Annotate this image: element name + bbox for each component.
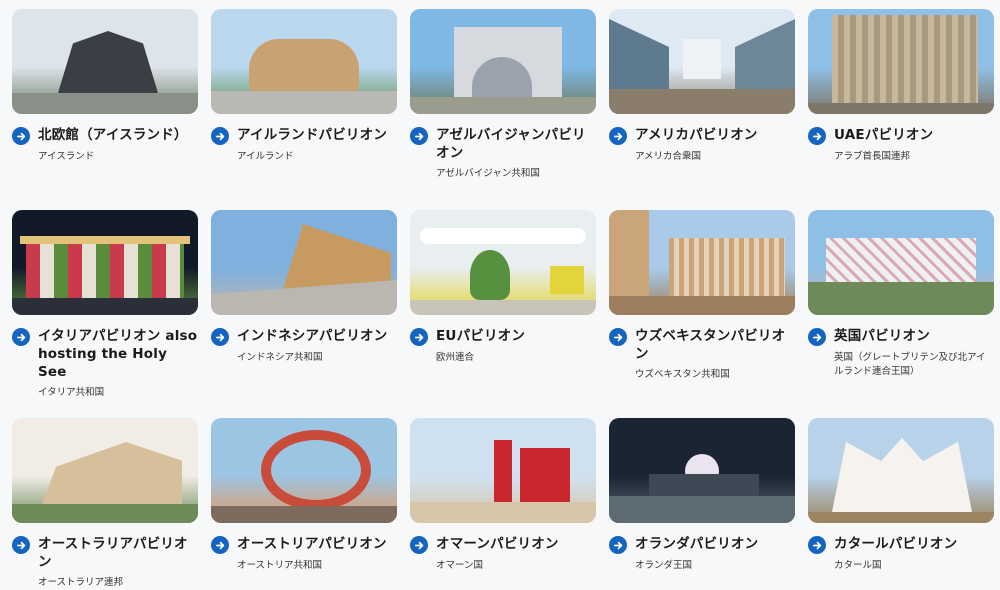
pavilion-title-row: オランダパビリオン [609,535,795,554]
pavilion-country: アイスランド [38,151,95,162]
pavilion-card[interactable]: ウズベキスタンパビリオンウズベキスタン共和国 [609,210,795,418]
pavilion-title-link[interactable]: UAEパビリオン [834,126,933,144]
arrow-right-icon[interactable] [211,328,229,346]
pavilion-country: アイルランド [237,151,294,162]
pavilion-card[interactable]: オマーンパビリオンオマーン国 [410,418,596,588]
pavilion-card[interactable]: EUパビリオン欧州連合 [410,210,596,418]
pavilion-title-link[interactable]: EUパビリオン [436,327,525,345]
arrow-right-icon[interactable] [609,536,627,554]
pavilion-thumbnail[interactable] [808,9,994,114]
pavilion-card[interactable]: 英国パビリオン英国（グレートブリテン及び北アイルランド連合王国） [808,210,994,418]
pavilion-card[interactable]: アゼルバイジャンパビリオンアゼルバイジャン共和国 [410,9,596,210]
pavilion-title-row: EUパビリオン [410,327,596,346]
pavilion-thumbnail[interactable] [609,210,795,315]
pavilion-title-row: イタリアパビリオン also hosting the Holy See [12,327,198,381]
pavilion-title-link[interactable]: オーストラリアパビリオン [38,535,198,571]
pavilion-title-row: オーストラリアパビリオン [12,535,198,571]
pavilion-country: アメリカ合衆国 [635,151,702,162]
pavilion-country: オーストリア共和国 [237,560,323,571]
pavilion-thumbnail[interactable] [211,418,397,523]
pavilion-title-row: アメリカパビリオン [609,126,795,145]
arrow-right-icon[interactable] [12,536,30,554]
pavilion-title-link[interactable]: インドネシアパビリオン [237,327,387,345]
arrow-right-icon[interactable] [808,328,826,346]
pavilion-title-row: 北欧館（アイスランド） [12,126,198,145]
pavilion-card[interactable]: アイルランドパビリオンアイルランド [211,9,397,210]
pavilion-title-link[interactable]: カタールパビリオン [834,535,957,553]
pavilion-title-row: ウズベキスタンパビリオン [609,327,795,363]
arrow-right-icon[interactable] [12,328,30,346]
pavilion-title-row: アゼルバイジャンパビリオン [410,126,596,162]
pavilion-country: カタール国 [834,560,882,571]
pavilion-country: アラブ首長国連邦 [834,151,911,162]
pavilion-title-link[interactable]: アイルランドパビリオン [237,126,387,144]
pavilion-title-link[interactable]: オーストリアパビリオン [237,535,387,553]
pavilion-thumbnail[interactable] [410,9,596,114]
pavilion-country: オランダ王国 [635,560,693,571]
pavilion-title-row: 英国パビリオン [808,327,994,346]
pavilion-card[interactable]: UAEパビリオンアラブ首長国連邦 [808,9,994,210]
pavilion-thumbnail[interactable] [211,9,397,114]
arrow-right-icon[interactable] [12,127,30,145]
pavilion-country: イタリア共和国 [38,387,105,398]
pavilion-country: 英国（グレートブリテン及び北アイルランド連合王国） [834,352,986,377]
pavilion-title-row: オーストリアパビリオン [211,535,397,554]
pavilion-title-row: カタールパビリオン [808,535,994,554]
arrow-right-icon[interactable] [211,127,229,145]
pavilion-thumbnail[interactable] [410,418,596,523]
pavilion-country: 欧州連合 [436,352,475,363]
pavilion-country: アゼルバイジャン共和国 [436,168,540,179]
pavilion-thumbnail[interactable] [12,9,198,114]
pavilion-title-link[interactable]: アメリカパビリオン [635,126,758,144]
pavilion-card[interactable]: オーストラリアパビリオンオーストラリア連邦 [12,418,198,588]
pavilion-thumbnail[interactable] [609,9,795,114]
pavilion-country: インドネシア共和国 [237,352,323,363]
pavilion-card[interactable]: カタールパビリオンカタール国 [808,418,994,588]
pavilion-title-link[interactable]: オマーンパビリオン [436,535,559,553]
pavilion-title-row: インドネシアパビリオン [211,327,397,346]
pavilion-grid: 北欧館（アイスランド） アイスランド アイルランドパビリオン アイルランド アゼルバイジ… [12,9,995,588]
pavilion-card[interactable]: アメリカパビリオンアメリカ合衆国 [609,9,795,210]
arrow-right-icon[interactable] [410,328,428,346]
arrow-right-icon[interactable] [808,127,826,145]
pavilion-title-link[interactable]: 北欧館（アイスランド） [38,126,188,144]
pavilion-title-row: アイルランドパビリオン [211,126,397,145]
pavilion-thumbnail[interactable] [12,210,198,315]
pavilion-title-link[interactable]: イタリアパビリオン also hosting the Holy See [38,327,198,381]
arrow-right-icon[interactable] [410,127,428,145]
pavilion-thumbnail[interactable] [808,418,994,523]
pavilion-title-row: UAEパビリオン [808,126,994,145]
pavilion-title-link[interactable]: アゼルバイジャンパビリオン [436,126,596,162]
pavilion-card[interactable]: 北欧館（アイスランド） アイスランド [12,9,198,210]
arrow-right-icon[interactable] [410,536,428,554]
pavilion-title-row: オマーンパビリオン [410,535,596,554]
arrow-right-icon[interactable] [609,328,627,346]
pavilion-card[interactable]: オーストリアパビリオンオーストリア共和国 [211,418,397,588]
arrow-right-icon[interactable] [808,536,826,554]
pavilion-thumbnail[interactable] [808,210,994,315]
arrow-right-icon[interactable] [211,536,229,554]
arrow-right-icon[interactable] [609,127,627,145]
pavilion-title-link[interactable]: 英国パビリオン [834,327,930,345]
pavilion-thumbnail[interactable] [12,418,198,523]
pavilion-card[interactable]: イタリアパビリオン also hosting the Holy See イタリア共… [12,210,198,418]
pavilion-thumbnail[interactable] [609,418,795,523]
pavilion-country: ウズベキスタン共和国 [635,369,730,380]
pavilion-thumbnail[interactable] [410,210,596,315]
pavilion-card[interactable]: オランダパビリオンオランダ王国 [609,418,795,588]
pavilion-title-link[interactable]: オランダパビリオン [635,535,758,553]
pavilion-card[interactable]: インドネシアパビリオンインドネシア共和国 [211,210,397,418]
pavilion-title-link[interactable]: ウズベキスタンパビリオン [635,327,795,363]
pavilion-thumbnail[interactable] [211,210,397,315]
pavilion-country: オーストラリア連邦 [38,577,124,588]
pavilion-country: オマーン国 [436,560,484,571]
